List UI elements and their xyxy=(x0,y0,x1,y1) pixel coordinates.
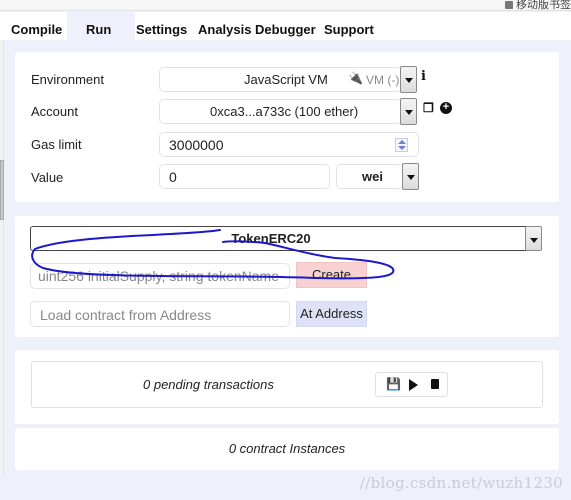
info-icon[interactable]: i xyxy=(421,69,426,84)
gas-limit-spinner[interactable] xyxy=(395,138,408,152)
scrollbar-thumb[interactable] xyxy=(0,160,4,220)
watermark: //blog.csdn.net/wuzh1230 xyxy=(359,474,563,492)
environment-select[interactable]: JavaScript VM 🔌 VM (-) xyxy=(159,67,402,92)
transactions-panel: 0 pending transactions 💾 xyxy=(15,350,559,424)
tab-analysis[interactable]: Analysis xyxy=(198,12,251,40)
gas-limit-label: Gas limit xyxy=(31,137,82,152)
contract-panel: TokenERC20 uint256 initialSupply, string… xyxy=(15,216,559,337)
instances-panel: 0 contract Instances xyxy=(15,428,559,470)
pending-transactions-text: 0 pending transactions xyxy=(143,377,274,392)
environment-label: Environment xyxy=(31,72,104,87)
vm-badge: VM (-) xyxy=(366,73,400,87)
contract-instances-text: 0 contract Instances xyxy=(228,441,346,456)
annotation-scribble xyxy=(31,229,395,280)
play-icon[interactable] xyxy=(409,379,418,391)
folder-icon xyxy=(505,1,513,10)
tab-bar: Compile Run Settings Analysis Debugger S… xyxy=(0,12,571,40)
browser-bookmark-bar: 移动版书签 xyxy=(0,0,571,11)
spinner-up-icon[interactable] xyxy=(398,140,406,144)
plug-icon: 🔌 xyxy=(348,71,363,85)
environment-dropdown-button[interactable] xyxy=(400,66,417,93)
save-icon[interactable]: 💾 xyxy=(386,377,401,391)
annotation-stroke xyxy=(31,229,395,280)
spinner-down-icon[interactable] xyxy=(398,146,406,150)
unit-select[interactable]: wei xyxy=(336,164,404,189)
tab-support[interactable]: Support xyxy=(324,12,374,40)
plus-circle-icon[interactable]: + xyxy=(440,102,452,114)
account-value: 0xca3...a733c (100 ether) xyxy=(210,104,359,119)
tab-run[interactable]: Run xyxy=(67,12,135,40)
value-amount: 0 xyxy=(169,169,177,185)
gas-limit-input[interactable]: 3000000 xyxy=(159,132,419,157)
settings-panel: Environment JavaScript VM 🔌 VM (-) i Acc… xyxy=(15,52,559,202)
left-scrollbar[interactable] xyxy=(0,40,4,475)
account-label: Account xyxy=(31,104,78,119)
tab-settings[interactable]: Settings xyxy=(136,12,187,40)
trash-icon[interactable] xyxy=(431,379,439,389)
bookmark-item[interactable]: 移动版书签 xyxy=(505,0,571,12)
copy-icon[interactable]: ❐ xyxy=(423,101,434,115)
unit-dropdown-button[interactable] xyxy=(402,163,419,190)
bookmark-label: 移动版书签 xyxy=(516,0,571,11)
account-select[interactable]: 0xca3...a733c (100 ether) xyxy=(159,99,402,124)
pending-transactions-box: 0 pending transactions 💾 xyxy=(31,361,543,408)
account-dropdown-button[interactable] xyxy=(400,98,417,125)
unit-value: wei xyxy=(362,169,383,184)
environment-value: JavaScript VM xyxy=(244,72,328,87)
tab-compile[interactable]: Compile xyxy=(11,12,62,40)
transaction-tools: 💾 xyxy=(375,372,448,397)
value-input[interactable]: 0 xyxy=(159,164,330,189)
tab-debugger[interactable]: Debugger xyxy=(255,12,316,40)
value-label: Value xyxy=(31,170,64,185)
gas-limit-value: 3000000 xyxy=(169,137,224,153)
